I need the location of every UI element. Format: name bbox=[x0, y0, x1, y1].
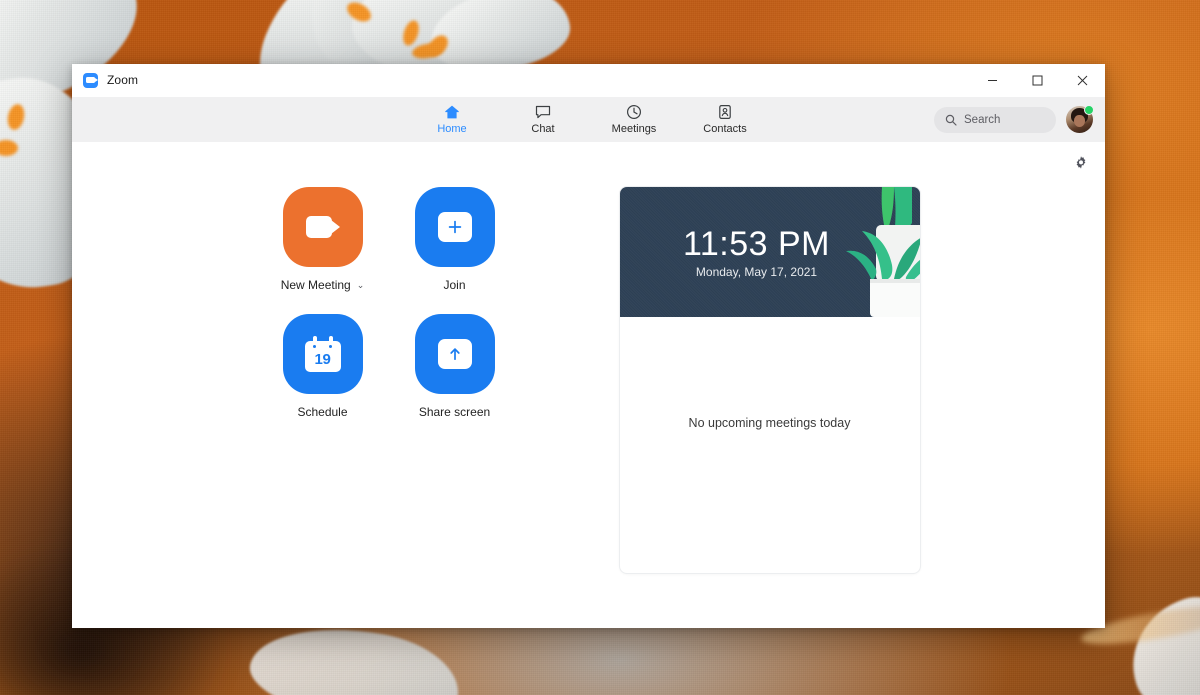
new-meeting-tile bbox=[283, 187, 363, 267]
chat-bubble-icon bbox=[535, 102, 552, 121]
search-icon bbox=[945, 114, 957, 126]
titlebar-left: Zoom bbox=[72, 73, 138, 88]
tab-home-label: Home bbox=[437, 123, 466, 136]
tab-contacts[interactable]: Contacts bbox=[694, 102, 756, 136]
window-titlebar: Zoom bbox=[72, 64, 1105, 97]
tab-home[interactable]: Home bbox=[421, 102, 483, 136]
share-screen-button[interactable]: Share screen bbox=[389, 314, 521, 419]
video-camera-icon bbox=[306, 216, 340, 238]
tab-contacts-label: Contacts bbox=[703, 123, 746, 136]
zoom-application-window: Zoom bbox=[72, 64, 1105, 628]
upcoming-meetings-card: 11:53 PM Monday, May 17, 2021 No upcomin… bbox=[619, 186, 921, 574]
search-input[interactable]: Search bbox=[934, 107, 1056, 133]
minimize-button[interactable] bbox=[970, 64, 1015, 97]
share-screen-tile bbox=[415, 314, 495, 394]
search-placeholder: Search bbox=[964, 114, 1000, 126]
status-badge bbox=[1084, 105, 1094, 115]
share-screen-label-row: Share screen bbox=[419, 405, 490, 419]
new-meeting-button[interactable]: New Meeting ⌄ bbox=[257, 187, 389, 292]
home-icon bbox=[444, 102, 461, 121]
desktop-wallpaper: Zoom bbox=[0, 0, 1200, 695]
chevron-down-icon[interactable]: ⌄ bbox=[357, 281, 365, 290]
clock-icon bbox=[626, 102, 643, 121]
join-label: Join bbox=[443, 278, 465, 292]
potted-plant-illustration bbox=[838, 187, 920, 317]
maximize-button[interactable] bbox=[1015, 64, 1060, 97]
user-avatar[interactable] bbox=[1066, 106, 1093, 133]
clock-date: Monday, May 17, 2021 bbox=[696, 265, 817, 279]
schedule-button[interactable]: 19 Schedule bbox=[257, 314, 389, 419]
toolbar-right-group: Search bbox=[934, 106, 1105, 133]
join-button[interactable]: Join bbox=[389, 187, 521, 292]
window-controls bbox=[970, 64, 1105, 97]
share-screen-label: Share screen bbox=[419, 405, 490, 419]
home-stage: New Meeting ⌄ bbox=[72, 142, 1105, 574]
schedule-label-row: Schedule bbox=[297, 405, 347, 419]
tab-chat[interactable]: Chat bbox=[512, 102, 574, 136]
tab-meetings-label: Meetings bbox=[612, 123, 657, 136]
clock-time: 11:53 PM bbox=[683, 225, 830, 263]
close-button[interactable] bbox=[1060, 64, 1105, 97]
tab-meetings[interactable]: Meetings bbox=[603, 102, 665, 136]
clock-widget: 11:53 PM Monday, May 17, 2021 bbox=[620, 187, 920, 317]
tab-chat-label: Chat bbox=[531, 123, 554, 136]
plus-icon bbox=[438, 212, 472, 242]
no-meetings-message: No upcoming meetings today bbox=[620, 317, 920, 573]
new-meeting-label: New Meeting bbox=[281, 278, 351, 292]
quick-actions-grid: New Meeting ⌄ bbox=[257, 186, 521, 574]
join-tile bbox=[415, 187, 495, 267]
main-toolbar: Home Chat bbox=[72, 97, 1105, 142]
join-label-row: Join bbox=[443, 278, 465, 292]
zoom-video-logo-icon bbox=[83, 73, 98, 88]
calendar-day-number: 19 bbox=[314, 352, 330, 372]
contact-card-icon bbox=[717, 102, 734, 121]
schedule-tile: 19 bbox=[283, 314, 363, 394]
gear-icon[interactable] bbox=[1070, 152, 1092, 174]
share-screen-arrow-icon bbox=[438, 339, 472, 369]
schedule-label: Schedule bbox=[297, 405, 347, 419]
calendar-icon: 19 bbox=[305, 336, 341, 372]
home-content: New Meeting ⌄ bbox=[72, 142, 1105, 628]
new-meeting-label-row: New Meeting ⌄ bbox=[281, 278, 365, 292]
navigation-tabs: Home Chat bbox=[421, 102, 756, 136]
window-title: Zoom bbox=[107, 73, 138, 87]
